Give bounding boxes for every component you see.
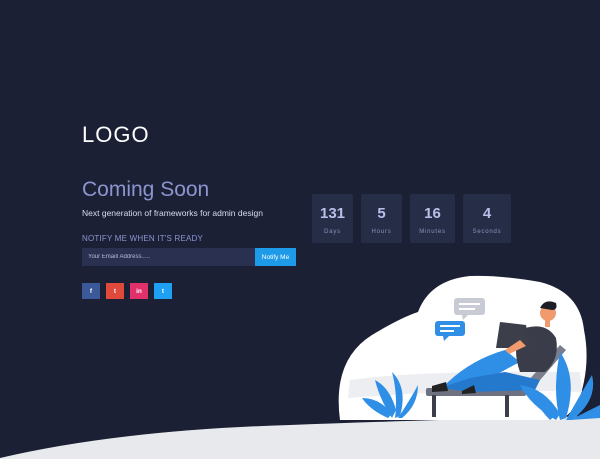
- blob-stripe: [348, 371, 582, 398]
- email-input[interactable]: [82, 248, 255, 266]
- twitter-button-alt[interactable]: t: [154, 283, 172, 299]
- coming-soon-page: LOGO Coming Soon Next generation of fram…: [0, 0, 600, 459]
- countdown: 131 Days 5 Hours 16 Minutes 4 Seconds: [312, 194, 511, 243]
- countdown-seconds: 4 Seconds: [463, 194, 511, 243]
- twitter-button[interactable]: t: [106, 283, 124, 299]
- minutes-label: Minutes: [419, 229, 446, 235]
- notify-form: Notify Me: [82, 248, 296, 266]
- seconds-label: Seconds: [472, 229, 502, 235]
- person-figure: [432, 301, 557, 394]
- notify-me-button[interactable]: Notify Me: [255, 248, 296, 266]
- twitter-icon: t: [161, 287, 165, 295]
- days-label: Days: [324, 229, 341, 235]
- minutes-value: 16: [424, 205, 441, 222]
- chat-bubble-icon: [454, 298, 485, 320]
- facebook-icon: f: [89, 287, 93, 295]
- page-subtitle: Next generation of frameworks for admin …: [82, 208, 263, 218]
- hours-label: Hours: [371, 229, 392, 235]
- blob-shape: [338, 275, 587, 420]
- countdown-days: 131 Days: [312, 194, 353, 243]
- seconds-value: 4: [482, 205, 492, 222]
- countdown-minutes: 16 Minutes: [410, 194, 455, 243]
- lounge-chair: [426, 345, 566, 417]
- facebook-button[interactable]: f: [82, 283, 100, 299]
- message-bubble-icon: [435, 321, 465, 341]
- notify-label: NOTIFY ME WHEN IT'S READY: [82, 234, 204, 243]
- ground-shape: [0, 416, 600, 459]
- hours-value: 5: [377, 205, 386, 222]
- linkedin-button[interactable]: in: [130, 283, 148, 299]
- social-links: f t in t: [82, 283, 172, 299]
- page-title: Coming Soon: [82, 178, 210, 201]
- logo: LOGO: [82, 122, 150, 147]
- plant-right: [520, 352, 600, 420]
- twitter-icon: t: [113, 287, 117, 295]
- countdown-hours: 5 Hours: [361, 194, 402, 243]
- linkedin-icon: in: [136, 287, 142, 295]
- days-value: 131: [319, 205, 346, 222]
- plant-left: [362, 372, 418, 418]
